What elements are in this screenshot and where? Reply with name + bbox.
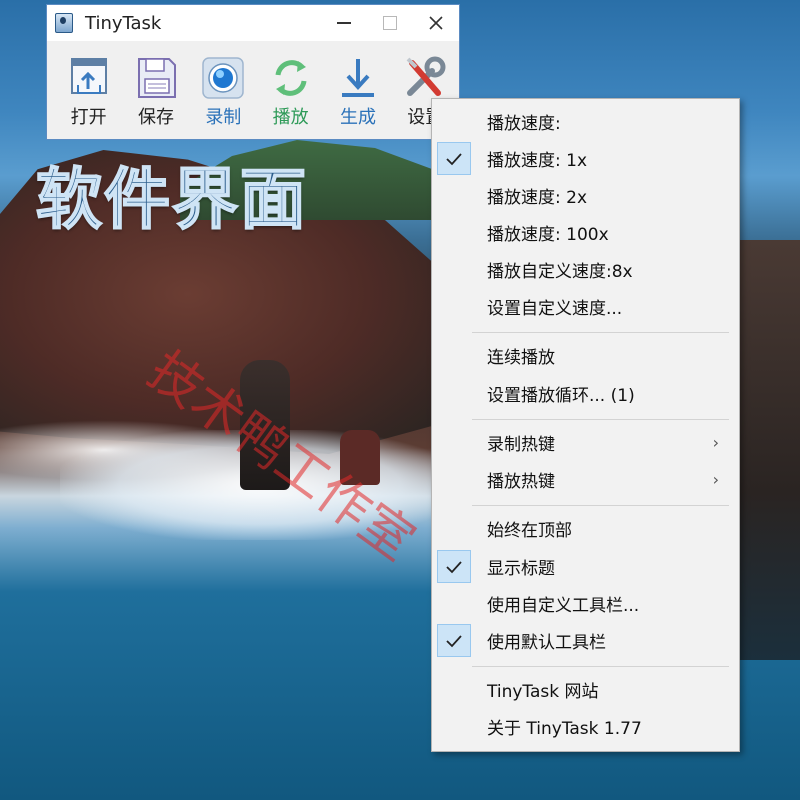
title-bar[interactable]: TinyTask <box>47 5 459 41</box>
toolbar-record-button[interactable]: 录制 <box>190 55 257 129</box>
menu-check-slot <box>437 339 471 372</box>
menu-item-label: 播放速度: 1x <box>487 151 588 171</box>
menu-separator <box>472 505 729 506</box>
menu-item-label: 录制热键 <box>487 435 555 455</box>
tinytask-window: TinyTask 打开 保存 录制 播放 生成 设置 <box>46 4 460 140</box>
window-title: TinyTask <box>85 12 162 34</box>
menu-item-label: 播放速度: 100x <box>487 225 609 245</box>
toolbar-record-label: 录制 <box>205 107 242 128</box>
menu-item-website[interactable]: TinyTask 网站 <box>436 672 735 707</box>
menu-item-label: 播放自定义速度:8x <box>487 262 633 282</box>
menu-item-label: 播放速度: 2x <box>487 188 588 208</box>
menu-item-label: 显示标题 <box>487 559 555 579</box>
toolbar-play-button[interactable]: 播放 <box>257 55 324 129</box>
menu-check-slot <box>437 105 471 138</box>
settings-context-menu: 播放速度: 播放速度: 1x 播放速度: 2x 播放速度: 100x 播放自定义… <box>431 98 740 752</box>
checkmark-icon <box>446 152 462 165</box>
menu-item-speed-2x[interactable]: 播放速度: 2x <box>436 178 735 213</box>
maximize-icon <box>383 16 397 30</box>
menu-item-label: 连续播放 <box>487 348 555 368</box>
menu-item-set-loop[interactable]: 设置播放循环... (1) <box>436 376 735 411</box>
checkmark-icon <box>446 634 462 647</box>
menu-check-slot <box>437 550 471 583</box>
toolbar-open-button[interactable]: 打开 <box>55 55 122 129</box>
menu-item-speed-100x[interactable]: 播放速度: 100x <box>436 215 735 250</box>
menu-item-label: 始终在顶部 <box>487 521 572 541</box>
app-icon <box>55 13 73 33</box>
menu-check-slot <box>437 290 471 323</box>
menu-item-show-title[interactable]: 显示标题 <box>436 549 735 584</box>
toolbar-compile-label: 生成 <box>339 107 376 128</box>
headline-text: 软件界面 <box>35 160 308 239</box>
menu-item-always-on-top[interactable]: 始终在顶部 <box>436 511 735 546</box>
maximize-button[interactable] <box>367 5 413 41</box>
menu-item-about[interactable]: 关于 TinyTask 1.77 <box>436 709 735 744</box>
toolbar-open-label: 打开 <box>70 107 107 128</box>
menu-check-slot <box>437 216 471 249</box>
menu-item-default-toolbar[interactable]: 使用默认工具栏 <box>436 623 735 658</box>
menu-separator <box>472 666 729 667</box>
toolbar: 打开 保存 录制 播放 生成 设置 <box>47 41 459 129</box>
background-right-cliff <box>738 240 800 660</box>
toolbar-save-label: 保存 <box>137 107 174 128</box>
menu-item-play-hotkey[interactable]: 播放热键 › <box>436 462 735 497</box>
compile-icon <box>341 59 374 97</box>
menu-item-speed-header[interactable]: 播放速度: <box>436 104 735 139</box>
menu-check-slot <box>437 587 471 620</box>
submenu-arrow-icon: › <box>712 470 719 489</box>
menu-item-label: 使用默认工具栏 <box>487 633 606 653</box>
open-icon <box>70 58 107 94</box>
menu-check-slot <box>437 426 471 459</box>
record-icon <box>202 57 245 99</box>
menu-item-record-hotkey[interactable]: 录制热键 › <box>436 425 735 460</box>
menu-item-label: 播放热键 <box>487 472 555 492</box>
menu-item-set-custom-speed[interactable]: 设置自定义速度... <box>436 289 735 324</box>
toolbar-save-button[interactable]: 保存 <box>122 55 189 129</box>
menu-check-slot <box>437 253 471 286</box>
toolbar-play-label: 播放 <box>272 107 309 128</box>
menu-item-label: TinyTask 网站 <box>487 682 599 702</box>
play-icon <box>275 60 307 96</box>
menu-check-slot <box>437 673 471 706</box>
menu-item-label: 关于 TinyTask 1.77 <box>487 719 642 739</box>
menu-separator <box>472 332 729 333</box>
menu-item-label: 播放速度: <box>487 114 561 134</box>
menu-item-label: 设置自定义速度... <box>487 299 623 319</box>
close-icon <box>429 16 443 30</box>
menu-item-custom-speed[interactable]: 播放自定义速度:8x <box>436 252 735 287</box>
checkmark-icon <box>446 560 462 573</box>
menu-check-slot <box>437 463 471 496</box>
menu-check-slot <box>437 377 471 410</box>
menu-check-slot <box>437 512 471 545</box>
menu-check-slot <box>437 179 471 212</box>
submenu-arrow-icon: › <box>712 433 719 452</box>
menu-item-speed-1x[interactable]: 播放速度: 1x <box>436 141 735 176</box>
toolbar-compile-button[interactable]: 生成 <box>324 55 391 129</box>
settings-icon <box>406 56 446 96</box>
menu-check-slot <box>437 624 471 657</box>
menu-item-continuous-play[interactable]: 连续播放 <box>436 338 735 373</box>
menu-item-label: 设置播放循环... (1) <box>487 386 635 406</box>
minimize-icon <box>337 22 351 24</box>
menu-item-label: 使用自定义工具栏... <box>487 596 640 616</box>
menu-check-slot <box>437 142 471 175</box>
menu-item-custom-toolbar[interactable]: 使用自定义工具栏... <box>436 586 735 621</box>
minimize-button[interactable] <box>321 5 367 41</box>
menu-separator <box>472 419 729 420</box>
menu-check-slot <box>437 710 471 743</box>
close-button[interactable] <box>413 5 459 41</box>
save-icon <box>137 58 176 98</box>
